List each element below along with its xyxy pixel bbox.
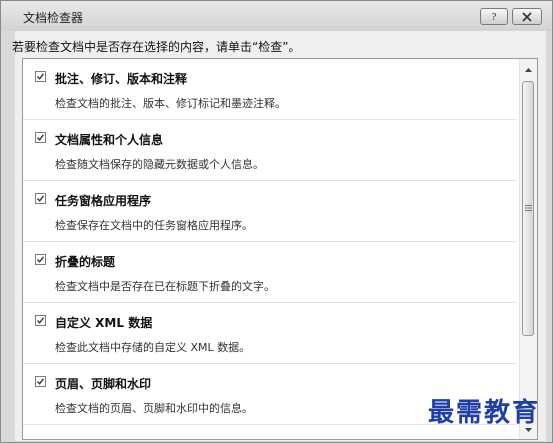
checkbox[interactable] <box>35 254 46 265</box>
checkmark-icon <box>36 378 45 385</box>
instruction-text: 若要检查文档中是否存在选择的内容，请单击“检查”。 <box>12 40 301 54</box>
list-item: 任务窗格应用程序 检查保存在文档中的任务窗格应用程序。 <box>23 181 517 242</box>
arrow-up-icon <box>525 67 532 72</box>
checkmark-icon <box>36 195 45 202</box>
item-description: 检查保存在文档中的任务窗格应用程序。 <box>55 219 253 232</box>
checkbox[interactable] <box>35 71 46 82</box>
close-icon <box>522 11 532 22</box>
item-description: 检查此文档中存储的自定义 XML 数据。 <box>55 341 251 354</box>
checkmark-icon <box>36 256 45 263</box>
checkmark-icon <box>36 134 45 141</box>
checkbox[interactable] <box>35 193 46 204</box>
item-title: 自定义 XML 数据 <box>55 316 153 330</box>
vertical-scrollbar[interactable] <box>519 59 537 439</box>
item-description: 检查文档的批注、版本、修订标记和墨迹注释。 <box>55 97 286 110</box>
help-icon: ? <box>491 10 497 23</box>
scroll-up-button[interactable] <box>520 61 537 78</box>
scrollbar-thumb[interactable] <box>522 81 534 336</box>
item-title: 批注、修订、版本和注释 <box>55 72 188 86</box>
title-bar: 文档检查器 ? <box>1 1 552 31</box>
list-item: 批注、修订、版本和注释 检查文档的批注、版本、修订标记和墨迹注释。 <box>23 59 517 120</box>
item-title: 文档属性和个人信息 <box>55 133 164 147</box>
dialog-title: 文档检查器 <box>23 11 84 25</box>
item-title: 任务窗格应用程序 <box>55 194 152 208</box>
close-button[interactable] <box>512 8 542 25</box>
checkbox[interactable] <box>35 315 46 326</box>
checkbox[interactable] <box>35 376 46 387</box>
checkbox[interactable] <box>35 132 46 143</box>
item-description: 检查随文档保存的隐藏元数据或个人信息。 <box>55 158 264 171</box>
list-item: 文档属性和个人信息 检查随文档保存的隐藏元数据或个人信息。 <box>23 120 517 181</box>
item-description: 检查文档中是否存在已在标题下折叠的文字。 <box>55 280 275 293</box>
help-button[interactable]: ? <box>480 8 508 25</box>
grip-icon <box>525 205 532 211</box>
watermark-logo: 最需教育 <box>428 398 541 428</box>
checkmark-icon <box>36 317 45 324</box>
item-description: 检查文档的页眉、页脚和水印中的信息。 <box>55 402 253 415</box>
list-item: 自定义 XML 数据 检查此文档中存储的自定义 XML 数据。 <box>23 303 517 364</box>
item-title: 页眉、页脚和水印 <box>55 377 152 391</box>
item-title: 折叠的标题 <box>55 255 116 269</box>
inspection-list: 批注、修订、版本和注释 检查文档的批注、版本、修订标记和墨迹注释。 文档属性和个… <box>22 58 538 440</box>
checkmark-icon <box>36 73 45 80</box>
list-item: 折叠的标题 检查文档中是否存在已在标题下折叠的文字。 <box>23 242 517 303</box>
